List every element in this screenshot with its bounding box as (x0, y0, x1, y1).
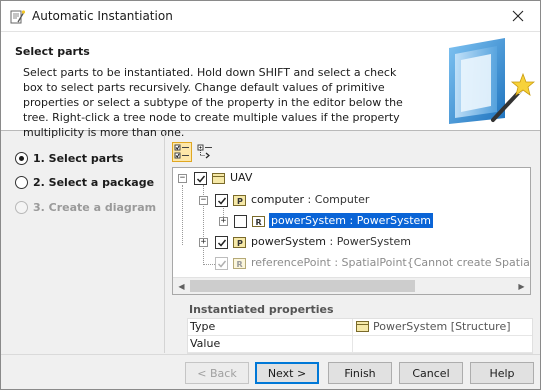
wizard-illustration-icon (449, 38, 535, 124)
step-label: 2. Select a package (33, 175, 155, 189)
checkbox-powersystem[interactable] (215, 236, 228, 249)
select-recursively-button[interactable] (172, 142, 192, 162)
step-label: 3. Create a diagram (33, 200, 157, 214)
svg-text:P: P (237, 239, 243, 248)
svg-text:R: R (256, 218, 262, 227)
block-icon (212, 173, 225, 184)
expand-tree-button[interactable] (195, 142, 215, 162)
property-name: Type (190, 320, 216, 333)
cancel-button[interactable]: Cancel (399, 362, 463, 384)
tree-node-label: powerSystem : PowerSystem (251, 235, 412, 248)
close-icon (512, 10, 524, 22)
page-title: Select parts (15, 45, 90, 58)
automatic-instantiation-dialog: Automatic Instantiation Select parts Sel… (0, 0, 541, 390)
help-button[interactable]: Help (470, 362, 534, 384)
wizard-app-icon (10, 10, 25, 24)
column-separator (352, 319, 353, 336)
step-radio[interactable] (15, 175, 28, 189)
properties-table: Type PowerSystem [Structure] Value (187, 318, 533, 354)
checkmark-icon (196, 175, 205, 183)
scrollbar-thumb[interactable] (190, 280, 415, 292)
checkmark-icon (217, 197, 226, 205)
checkmark-icon (217, 260, 226, 268)
checkbox-powersystem-reference[interactable] (234, 215, 247, 228)
tree-node-label: UAV (230, 171, 253, 184)
wizard-steps: 1. Select parts 2. Select a package 3. C… (1, 132, 161, 353)
column-separator (352, 336, 353, 353)
property-name: Value (190, 337, 221, 350)
reference-icon: R (233, 258, 246, 269)
collapse-icon[interactable]: − (199, 196, 208, 205)
footer-divider (1, 354, 540, 355)
scroll-right-icon[interactable]: ▶ (513, 278, 530, 294)
select-recursively-icon (174, 144, 189, 159)
next-button[interactable]: Next > (255, 362, 319, 384)
properties-title: Instantiated properties (189, 303, 334, 316)
page-description: Select parts to be instantiated. Hold do… (23, 66, 403, 139)
step-select-parts[interactable]: 1. Select parts (15, 149, 123, 167)
checkbox-uav[interactable] (194, 172, 207, 185)
block-icon (356, 321, 369, 332)
step-select-package[interactable]: 2. Select a package (15, 173, 154, 191)
window-title: Automatic Instantiation (32, 9, 173, 23)
part-icon: P (233, 195, 246, 206)
checkmark-icon (217, 239, 226, 247)
property-row-type[interactable]: Type PowerSystem [Structure] (188, 319, 532, 336)
svg-text:R: R (237, 260, 243, 269)
step-radio (15, 200, 28, 214)
expand-icon[interactable]: + (199, 238, 208, 247)
part-icon: P (233, 237, 246, 248)
parts-tree[interactable]: − UAV − P computer : Computer + R powerS… (172, 167, 531, 295)
steps-divider (164, 132, 165, 353)
tree-node-label: powerSystem : PowerSystem (268, 212, 434, 229)
tree-node-label: referencePoint : SpatialPoint{Cannot cre… (251, 256, 530, 269)
tree-connector (182, 185, 183, 245)
checkbox-computer[interactable] (215, 194, 228, 207)
expand-icon[interactable]: + (219, 217, 228, 226)
step-label: 1. Select parts (33, 151, 124, 165)
collapse-icon[interactable]: − (178, 174, 187, 183)
step-radio[interactable] (15, 151, 28, 165)
close-button[interactable] (496, 1, 540, 31)
finish-button[interactable]: Finish (328, 362, 392, 384)
property-value[interactable]: PowerSystem [Structure] (356, 320, 511, 333)
back-button: < Back (185, 362, 249, 384)
svg-text:P: P (237, 197, 243, 206)
property-row-value[interactable]: Value (188, 336, 532, 353)
tree-node-label: computer : Computer (251, 193, 370, 206)
title-bar: Automatic Instantiation (1, 1, 540, 31)
wizard-header: Select parts Select parts to be instanti… (1, 31, 540, 139)
expand-tree-icon (197, 144, 212, 159)
step-create-diagram: 3. Create a diagram (15, 198, 156, 216)
tree-horizontal-scrollbar[interactable]: ◀ ▶ (173, 277, 530, 294)
reference-icon: R (252, 216, 265, 227)
checkbox-referencepoint (215, 257, 228, 270)
scroll-left-icon[interactable]: ◀ (173, 278, 190, 294)
